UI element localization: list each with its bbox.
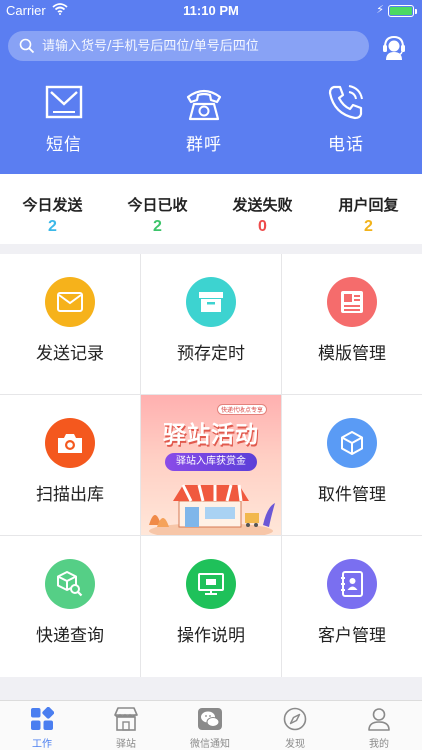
scan-out-label: 扫描出库 bbox=[36, 485, 104, 505]
camera-icon bbox=[58, 434, 82, 453]
tab-label: 我的 bbox=[369, 739, 389, 750]
search-input[interactable] bbox=[42, 35, 362, 57]
header-panel: Carrier 11:10 PM ⚡ 请输入货号/手机号后四位/单号后四位 短信… bbox=[0, 0, 422, 174]
phone-icon bbox=[328, 85, 363, 120]
scheduled-send-label: 预存定时 bbox=[177, 344, 245, 364]
stat-value: 2 bbox=[48, 218, 57, 235]
sms-label: 短信 bbox=[46, 135, 82, 155]
station-illustration bbox=[149, 484, 275, 535]
wechat-icon bbox=[198, 708, 222, 730]
tab-wechat-notify[interactable]: 微信通知 bbox=[168, 705, 252, 750]
express-query-label: 快递查询 bbox=[36, 626, 104, 646]
charging-icon: ⚡ bbox=[376, 3, 384, 16]
stat-title: 今日已收 bbox=[127, 196, 188, 214]
send-records-button[interactable]: 发送记录 bbox=[0, 254, 140, 395]
tab-work[interactable]: 工作 bbox=[0, 705, 84, 750]
banner-title: 驿站活动 bbox=[163, 422, 259, 448]
banner-tag: 快递代收点专享 bbox=[217, 404, 268, 415]
stat-value: 0 bbox=[258, 218, 267, 235]
instructions-icon bbox=[198, 573, 224, 595]
stat-value: 2 bbox=[364, 218, 373, 235]
stat-user-replies[interactable]: 用户回复 2 bbox=[316, 194, 421, 236]
tab-label: 驿站 bbox=[116, 739, 136, 750]
mail-icon bbox=[57, 292, 83, 312]
stat-value: 2 bbox=[153, 218, 162, 235]
customer-manage-label: 客户管理 bbox=[318, 626, 386, 646]
work-grid-icon bbox=[31, 707, 54, 730]
scan-out-button[interactable]: 扫描出库 bbox=[0, 395, 140, 536]
tab-profile[interactable]: 我的 bbox=[337, 705, 421, 750]
stat-received-today[interactable]: 今日已收 2 bbox=[105, 194, 210, 236]
group-call-label: 群呼 bbox=[186, 135, 222, 155]
tab-label: 微信通知 bbox=[190, 739, 230, 750]
customer-service-icon[interactable] bbox=[380, 33, 408, 61]
contacts-icon bbox=[341, 571, 363, 597]
send-records-label: 发送记录 bbox=[36, 344, 104, 364]
template-manage-button[interactable]: 模版管理 bbox=[282, 254, 422, 395]
sms-icon bbox=[45, 85, 83, 119]
tab-label: 工作 bbox=[32, 739, 52, 750]
promo-banner[interactable]: 快递代收点专享 驿站活动 驿站入库获赏金 bbox=[141, 395, 281, 535]
express-query-button[interactable]: 快递查询 bbox=[0, 536, 140, 677]
status-bar: Carrier 11:10 PM ⚡ bbox=[0, 0, 422, 22]
tab-station[interactable]: 驿站 bbox=[84, 705, 168, 750]
archive-box-icon bbox=[199, 292, 223, 312]
search-bar[interactable] bbox=[8, 31, 369, 61]
phone-button[interactable]: 电话 bbox=[296, 82, 396, 155]
tab-bar: 工作 驿站 微信通知 发现 我的 bbox=[0, 700, 422, 750]
template-icon bbox=[341, 291, 363, 313]
stats-panel: 今日发送 2 今日已收 2 发送失败 0 用户回复 2 bbox=[0, 174, 422, 244]
compass-icon bbox=[283, 707, 307, 731]
parcel-search-icon bbox=[57, 571, 83, 597]
stat-sent-today[interactable]: 今日发送 2 bbox=[0, 194, 105, 236]
station-store-icon bbox=[114, 707, 138, 731]
feature-grid: 发送记录 预存定时 模版管理 扫描出库 快递代收点专享 驿站活动 驿站入库获赏金… bbox=[0, 254, 422, 677]
tab-label: 发现 bbox=[285, 739, 305, 750]
banner-subtitle: 驿站入库获赏金 bbox=[165, 453, 257, 471]
sms-button[interactable]: 短信 bbox=[14, 82, 114, 155]
instructions-label: 操作说明 bbox=[177, 626, 245, 646]
scheduled-send-button[interactable]: 预存定时 bbox=[141, 254, 281, 395]
status-time: 11:10 PM bbox=[183, 3, 239, 18]
instructions-button[interactable]: 操作说明 bbox=[141, 536, 281, 677]
search-icon bbox=[19, 38, 35, 54]
group-call-button[interactable]: 群呼 bbox=[154, 82, 254, 155]
battery-icon bbox=[388, 5, 417, 17]
stat-title: 今日发送 bbox=[22, 196, 83, 214]
template-manage-label: 模版管理 bbox=[318, 344, 386, 364]
customer-manage-button[interactable]: 客户管理 bbox=[282, 536, 422, 677]
group-call-icon bbox=[186, 89, 222, 121]
pickup-manage-button[interactable]: 取件管理 bbox=[282, 395, 422, 536]
package-cube-icon bbox=[341, 431, 363, 455]
tab-discover[interactable]: 发现 bbox=[253, 705, 337, 750]
stat-send-failed[interactable]: 发送失败 0 bbox=[210, 194, 315, 236]
stat-title: 发送失败 bbox=[232, 196, 293, 214]
profile-icon bbox=[368, 708, 390, 731]
stat-title: 用户回复 bbox=[338, 196, 399, 214]
pickup-manage-label: 取件管理 bbox=[318, 485, 386, 505]
phone-label: 电话 bbox=[328, 135, 364, 155]
